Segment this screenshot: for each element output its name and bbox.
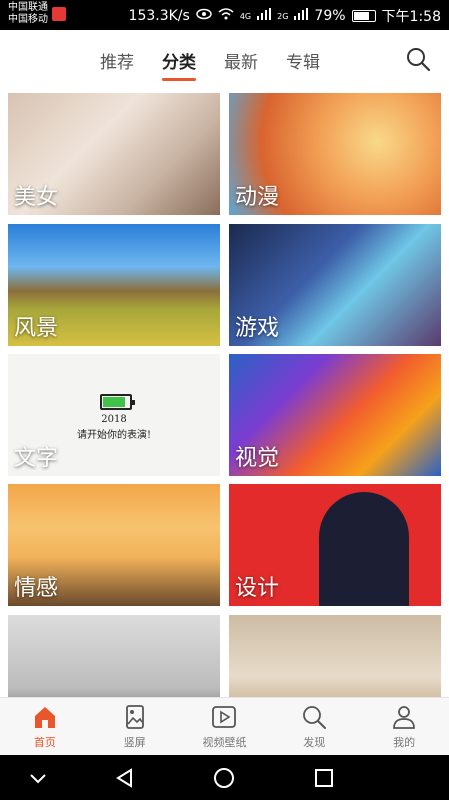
- category-label: 设计: [235, 576, 280, 601]
- network-speed: 153.3K/s: [128, 8, 190, 24]
- discover-search-icon: [303, 705, 327, 729]
- status-bar: 中国联通 中国移动 153.3K/s 4G 2G 79% 下午1:58: [0, 0, 449, 30]
- bottom-nav: 首页 竖屏 视频壁纸 发现 我的: [0, 697, 449, 755]
- nav-home[interactable]: 首页: [0, 698, 90, 755]
- category-label: 游戏: [235, 316, 280, 341]
- top-nav: 推荐 分类 最新 专辑: [0, 30, 449, 90]
- nav-label: 我的: [393, 735, 416, 749]
- category-tile-scenery[interactable]: 风景: [8, 224, 220, 346]
- category-tile-emotion[interactable]: 情感: [8, 484, 220, 606]
- status-indicators: 153.3K/s 4G 2G 79% 下午1:58: [129, 6, 441, 26]
- category-tile-game[interactable]: 游戏: [229, 224, 441, 346]
- category-tile-visual[interactable]: 视觉: [229, 354, 441, 476]
- nav-label: 首页: [33, 735, 56, 749]
- signal-icon: [257, 8, 272, 24]
- hide-nav-button[interactable]: [26, 766, 50, 790]
- search-icon: [407, 48, 431, 72]
- category-tile-anime[interactable]: 动漫: [229, 93, 441, 215]
- category-label: 情感: [14, 576, 59, 601]
- system-nav-bar: [0, 755, 449, 800]
- home-circle-icon: [214, 768, 234, 788]
- category-tile-beauty[interactable]: 美女: [8, 93, 220, 215]
- category-tile-partial-right[interactable]: [229, 615, 441, 697]
- category-tabs: 推荐 分类 最新 专辑: [100, 48, 320, 81]
- tab-recommend[interactable]: 推荐: [100, 48, 134, 73]
- tab-category[interactable]: 分类: [162, 48, 196, 81]
- category-tile-partial-left[interactable]: [8, 615, 220, 697]
- category-grid: 美女 动漫 风景 游戏 2018 请开始你的表演! 文字 视觉 情感 设计: [8, 93, 441, 697]
- battery-icon: [351, 10, 376, 22]
- eye-icon: [196, 8, 212, 24]
- network-type-2: 2G: [277, 11, 289, 21]
- design-figure-art: [319, 492, 409, 606]
- back-triangle-icon: [116, 768, 132, 788]
- carrier-line-1: 中国联通: [8, 2, 48, 13]
- category-label: 视觉: [235, 446, 280, 471]
- carrier-line-2: 中国移动: [8, 14, 48, 25]
- carrier-badge-icon: [52, 7, 66, 21]
- category-label: 风景: [14, 316, 59, 341]
- nav-mine[interactable]: 我的: [359, 698, 449, 755]
- video-play-icon: [212, 705, 237, 728]
- home-button[interactable]: [212, 766, 236, 790]
- home-icon: [34, 706, 55, 728]
- recents-button[interactable]: [312, 766, 336, 790]
- battery-percent: 79%: [314, 8, 346, 24]
- category-tile-design[interactable]: 设计: [229, 484, 441, 606]
- nav-discover[interactable]: 发现: [269, 698, 359, 755]
- nav-label: 发现: [303, 735, 326, 749]
- category-label: 美女: [14, 185, 59, 210]
- battery-art-icon: [100, 394, 135, 410]
- chevron-down-icon: [30, 774, 46, 784]
- portrait-image-icon: [125, 704, 144, 729]
- category-label: 文字: [14, 446, 59, 471]
- back-button[interactable]: [113, 766, 137, 790]
- nav-portrait[interactable]: 竖屏: [90, 698, 180, 755]
- tab-latest[interactable]: 最新: [224, 48, 258, 73]
- search-button[interactable]: [405, 46, 431, 72]
- art-slogan-text: 请开始你的表演!: [76, 430, 152, 441]
- nav-label: 竖屏: [123, 735, 146, 749]
- signal-icon-2: [294, 8, 309, 24]
- nav-video-wallpaper[interactable]: 视频壁纸: [180, 698, 270, 755]
- tab-album[interactable]: 专辑: [286, 48, 320, 73]
- user-icon: [393, 705, 415, 729]
- category-label: 动漫: [235, 185, 280, 210]
- clock: 下午1:58: [381, 9, 441, 25]
- carrier-info: 中国联通 中国移动: [8, 2, 48, 26]
- recents-square-icon: [315, 769, 333, 787]
- network-type-1: 4G: [239, 11, 252, 21]
- wifi-icon: [218, 8, 234, 24]
- nav-label: 视频壁纸: [202, 735, 247, 749]
- category-tile-text[interactable]: 2018 请开始你的表演! 文字: [8, 354, 220, 476]
- art-year-text: 2018: [101, 414, 127, 425]
